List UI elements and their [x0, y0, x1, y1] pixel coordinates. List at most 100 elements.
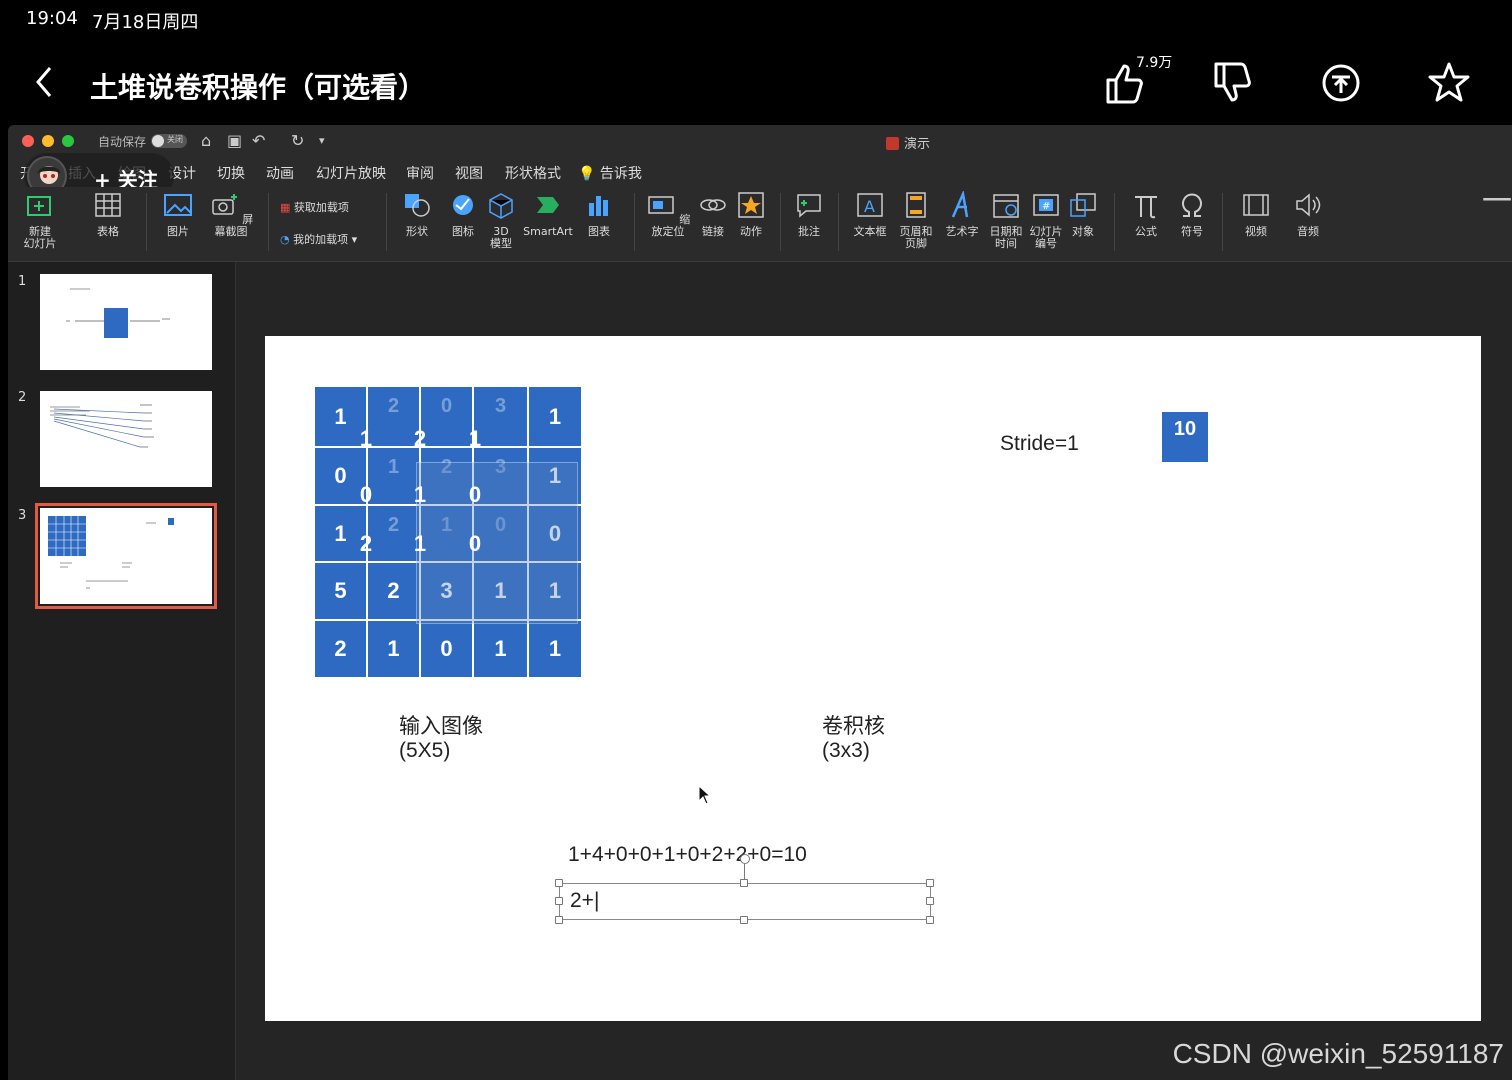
smartart-button[interactable]: SmartArt: [520, 191, 576, 238]
chart-button[interactable]: 图表: [582, 191, 616, 238]
thumbnail-preview: [50, 404, 154, 448]
action-button[interactable]: 动作: [736, 191, 766, 238]
svg-text:#: #: [1042, 201, 1050, 212]
resize-handle[interactable]: [555, 897, 563, 905]
tab-animations[interactable]: 动画: [266, 163, 294, 183]
table-icon: [95, 193, 121, 217]
redo-icon[interactable]: ↻: [291, 131, 304, 150]
kernel-cell: 1: [468, 426, 482, 451]
editing-textbox[interactable]: 2+|: [559, 883, 931, 920]
3d-model-button[interactable]: 3D 模型: [486, 191, 516, 250]
audio-button[interactable]: 音频: [1290, 191, 1326, 238]
stride-label: Stride=1: [1000, 432, 1079, 455]
input-cell: 0: [420, 620, 473, 678]
resize-handle[interactable]: [926, 879, 934, 887]
resize-handle[interactable]: [555, 916, 563, 924]
object-button[interactable]: 对象: [1068, 191, 1098, 238]
input-cell: 2: [314, 620, 367, 678]
new-slide-button[interactable]: 新建 幻灯片: [20, 191, 60, 250]
back-button[interactable]: [30, 62, 64, 102]
tell-me-label: 告诉我: [599, 166, 642, 182]
edge-overlay-text: 一: [1482, 184, 1512, 219]
mouse-cursor-icon: [698, 785, 712, 805]
slide-number-button[interactable]: # 幻灯片 编号: [1028, 191, 1064, 250]
kernel-cell: 1: [413, 531, 427, 556]
tab-transitions[interactable]: 切换: [217, 163, 245, 183]
comment-button[interactable]: 批注: [792, 191, 826, 238]
resize-handle[interactable]: [740, 916, 748, 924]
object-icon: [1070, 193, 1096, 217]
autosave-toggle[interactable]: 关闭: [151, 134, 187, 148]
zoom-button[interactable]: 缩放定位: [644, 191, 692, 238]
table-button[interactable]: 表格: [88, 191, 128, 238]
thumbnail-number: 1: [18, 274, 27, 289]
coin-button[interactable]: [1316, 58, 1366, 108]
equation-button[interactable]: 公式: [1128, 191, 1164, 238]
3d-model-label: 3D 模型: [490, 225, 512, 250]
datetime-button[interactable]: 日期和 时间: [988, 191, 1024, 250]
icons-icon: [453, 195, 473, 215]
input-image-label: 输入图像: [399, 715, 483, 738]
datetime-label: 日期和 时间: [989, 225, 1023, 250]
slide-thumbnail-1[interactable]: [40, 274, 212, 370]
chart-label: 图表: [588, 225, 610, 238]
slide-canvas: 1203101231121005231121011121010210 Strid…: [236, 262, 1512, 1080]
wordart-button[interactable]: 艺术字: [942, 189, 982, 238]
minimize-window-button[interactable]: [42, 135, 54, 147]
shape-button[interactable]: 形状: [396, 191, 438, 238]
save-icon[interactable]: ▣: [227, 131, 242, 150]
object-label: 对象: [1072, 225, 1094, 238]
like-count: 7.9万: [1136, 55, 1173, 71]
resize-handle[interactable]: [555, 879, 563, 887]
action-label: 动作: [740, 225, 762, 238]
icons-button[interactable]: 图标: [448, 191, 478, 238]
slide-thumbnail-2[interactable]: [40, 391, 212, 487]
equation-text: 1+4+0+0+1+0+2+2+0=10: [568, 843, 807, 866]
resize-handle[interactable]: [926, 897, 934, 905]
shape-label: 形状: [406, 225, 428, 238]
video-button[interactable]: 视频: [1236, 191, 1276, 238]
link-button[interactable]: 链接: [698, 191, 728, 238]
store-icon: ▦: [280, 201, 291, 214]
bar-chart-icon: [589, 196, 608, 216]
coin-icon: [1322, 64, 1360, 102]
my-addins-button[interactable]: ◔ 我的加载项 ▾: [280, 231, 357, 247]
resize-handle[interactable]: [926, 916, 934, 924]
kernel-cell: 1: [359, 426, 373, 451]
textbox-button[interactable]: A 文本框: [848, 191, 892, 238]
get-addins-button[interactable]: ▦ 获取加载项: [280, 199, 349, 215]
tab-tell-me[interactable]: 💡 告诉我: [578, 163, 642, 183]
favorite-button[interactable]: [1424, 58, 1474, 108]
close-window-button[interactable]: [22, 135, 34, 147]
textbox-icon: A: [857, 193, 883, 217]
dislike-button[interactable]: [1208, 58, 1258, 108]
tab-shape-format[interactable]: 形状格式: [505, 163, 561, 183]
kernel-cell: 2: [359, 531, 373, 556]
output-value-box: 10: [1162, 412, 1208, 462]
input-image-size: (5X5): [399, 739, 451, 762]
thumbnail-preview: [66, 288, 170, 338]
zoom-window-button[interactable]: [62, 135, 74, 147]
resize-handle[interactable]: [740, 879, 748, 887]
rotate-handle[interactable]: [740, 854, 750, 864]
tab-slideshow[interactable]: 幻灯片放映: [316, 163, 386, 183]
undo-icon[interactable]: ↶: [252, 131, 265, 150]
addin-icon: ◔: [280, 233, 290, 246]
input-cell: 5: [314, 562, 367, 620]
symbol-button[interactable]: 符号: [1176, 191, 1208, 238]
tab-review[interactable]: 审阅: [406, 163, 434, 183]
powerpoint-window: 自动保存 关闭 ⌂ ▣ ↶ ↻ ▾ 演示 开始 插入 绘图 设计 切换 动画 幻…: [8, 125, 1512, 1080]
home-icon[interactable]: ⌂: [201, 131, 211, 150]
input-cell: 1: [528, 386, 582, 447]
speaker-icon: [1296, 193, 1321, 217]
screenshot-button[interactable]: 屏幕截图: [206, 191, 256, 238]
picture-button[interactable]: 图片: [158, 191, 198, 238]
slide[interactable]: 1203101231121005231121011121010210 Strid…: [265, 336, 1481, 1021]
slide-thumbnail-3[interactable]: [35, 503, 217, 609]
editing-text[interactable]: 2+|: [570, 889, 599, 913]
customize-toolbar-icon[interactable]: ▾: [319, 134, 325, 147]
input-image-grid: 1203101231121005231121011121010210: [314, 386, 582, 678]
kernel-label: 卷积核: [822, 715, 885, 738]
tab-view[interactable]: 视图: [455, 163, 483, 183]
header-footer-button[interactable]: 页眉和 页脚: [898, 191, 934, 250]
